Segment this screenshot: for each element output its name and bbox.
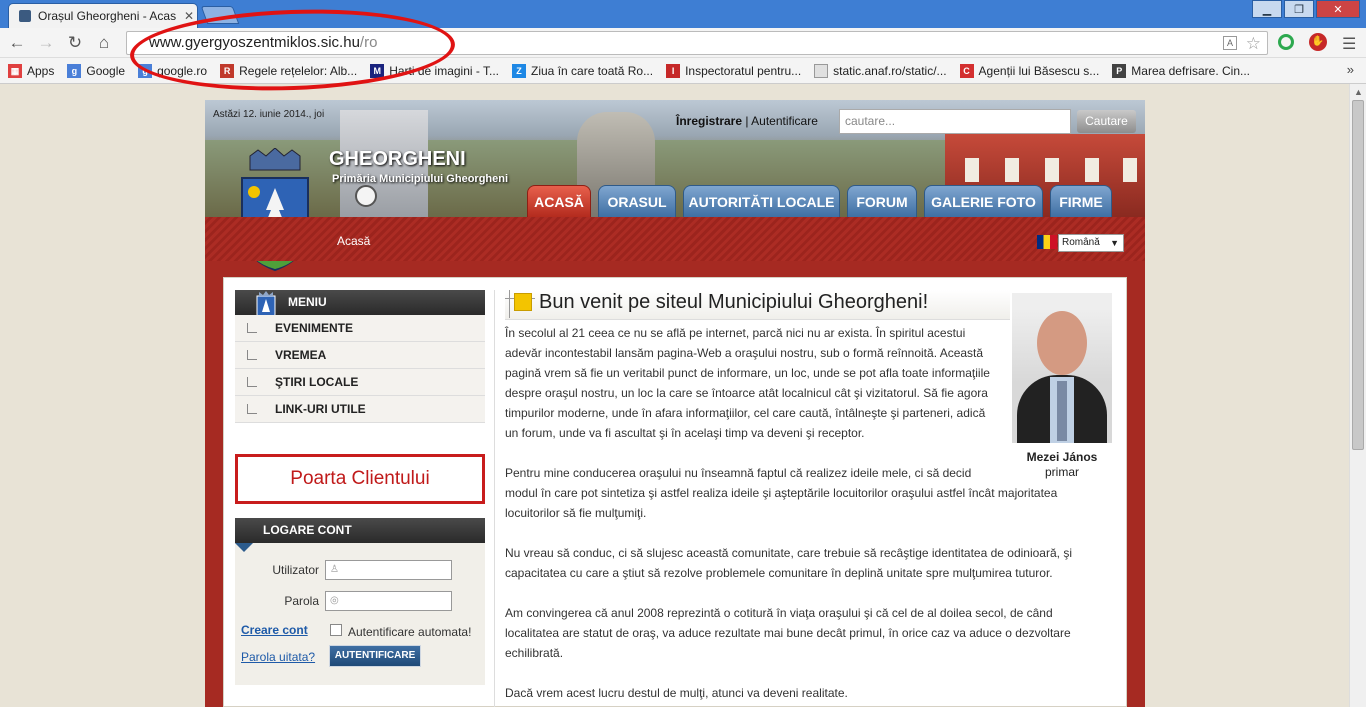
poarta-clientului-button[interactable]: Poarta Clientului [235, 454, 485, 504]
home-icon[interactable]: ⌂ [93, 33, 115, 53]
breadcrumb[interactable]: Acasă [337, 234, 370, 248]
auto-login-checkbox[interactable] [330, 624, 342, 636]
site-title[interactable]: GHEORGHENI [329, 148, 466, 171]
mayor-name: Mezei János [1026, 450, 1098, 464]
password-label: Parola [284, 594, 319, 608]
mayor-portrait [1012, 293, 1112, 443]
nav-tab-firme[interactable]: FIRME [1050, 185, 1112, 217]
browser-tab[interactable]: Orașul Gheorgheni - Acas ✕ [8, 3, 198, 28]
reload-icon[interactable]: ↻ [64, 33, 86, 53]
triangle-icon [235, 543, 253, 552]
bookmark-anaf[interactable]: static.anaf.ro/static/... [814, 63, 947, 78]
tab-title: Orașul Gheorgheni - Acas [38, 9, 177, 23]
bookmark-favicon-icon: P [1112, 63, 1127, 78]
bookmark-marea[interactable]: P Marea defrisare. Cin... [1112, 63, 1250, 78]
bookmark-favicon-icon: I [666, 63, 681, 78]
extension-green-icon[interactable] [1278, 34, 1294, 50]
minimize-icon[interactable]: ▁ [1252, 0, 1282, 18]
bookmark-apps[interactable]: ▦ Apps [8, 63, 54, 78]
main-nav: ACASĂ ORASUL AUTORITĂTI LOCALE FORUM GAL… [527, 185, 1119, 217]
scroll-up-icon[interactable]: ▲ [1350, 84, 1366, 100]
password-input[interactable]: ◎ [325, 591, 452, 611]
username-label: Utilizator [272, 563, 319, 577]
nav-tab-autoritati[interactable]: AUTORITĂTI LOCALE [683, 185, 840, 217]
forgot-password-link[interactable]: Parola uitata? [241, 650, 315, 664]
login-box: LOGARE CONT Utilizator ♙ Parola ◎ Creare… [235, 518, 485, 685]
nav-tab-galerie[interactable]: GALERIE FOTO [924, 185, 1043, 217]
bookmark-agentii[interactable]: C Agenții lui Băsescu s... [959, 63, 1099, 78]
site-subtitle: Primăria Municipiului Gheorgheni [332, 173, 509, 185]
arrow-icon [247, 377, 257, 387]
page-title: Bun venit pe siteul Municipiului Gheorgh… [539, 291, 929, 313]
welcome-header: Bun venit pe siteul Municipiului Gheorgh… [505, 290, 1010, 320]
arrow-icon [247, 404, 257, 414]
page-icon [814, 63, 829, 78]
paragraph-2: Pentru mine conducerea oraşului nu însea… [505, 466, 1058, 520]
paragraph-4: Am convingerea că anul 2008 reprezintă o… [505, 606, 1071, 660]
nav-tab-orasul[interactable]: ORASUL [598, 185, 676, 217]
sidebar-item-stiri[interactable]: ŞTIRI LOCALE [235, 369, 485, 396]
username-input[interactable]: ♙ [325, 560, 452, 580]
content-area: MENIU EVENIMENTE VREMEA ŞTIRI LOCALE LIN… [223, 277, 1127, 707]
paragraph-1: În secolul al 21 ceea ce nu se află pe i… [505, 326, 990, 440]
sidebar-menu: MENIU EVENIMENTE VREMEA ŞTIRI LOCALE LIN… [235, 290, 485, 423]
arrow-icon [247, 350, 257, 360]
site-page: Astăzi 12. iunie 2014., joi GHEORGHENI P… [205, 100, 1145, 707]
site-header: Astăzi 12. iunie 2014., joi GHEORGHENI P… [205, 100, 1145, 217]
nav-tab-forum[interactable]: FORUM [847, 185, 917, 217]
language-select[interactable]: Română ▼ [1058, 234, 1124, 252]
bookmark-favicon-icon: C [959, 63, 974, 78]
breadcrumb-bar: Acasă Română ▼ [205, 217, 1145, 261]
paragraph-5: Dacă vrem acest lucru destul de mulţi, a… [505, 686, 848, 700]
more-bookmarks-icon[interactable]: » [1347, 62, 1354, 77]
sidebar-item-linkuri[interactable]: LINK-URI UTILE [235, 396, 485, 423]
login-header: LOGARE CONT [235, 518, 485, 552]
close-window-icon[interactable]: ✕ [1316, 0, 1360, 18]
adblock-icon[interactable]: ✋ [1309, 33, 1327, 51]
back-arrow-icon[interactable]: ← [6, 33, 28, 53]
page-scrollbar[interactable]: ▲ [1349, 84, 1366, 707]
site-favicon-icon [19, 10, 31, 22]
login-link[interactable]: Autentificare [751, 114, 818, 128]
arrow-icon [247, 323, 257, 333]
google-icon: g [67, 63, 82, 78]
auth-links: Înregistrare | Autentificare [676, 114, 818, 128]
bookmark-inspectoratul[interactable]: I Inspectoratul pentru... [666, 63, 801, 78]
clock-icon [355, 185, 377, 207]
window-controls: ▁ ❐ ✕ [1250, 0, 1360, 18]
authenticate-button[interactable]: AUTENTIFICARE [329, 645, 421, 667]
bookmark-ziua[interactable]: Z Ziua în care toată Ro... [512, 63, 653, 78]
yellow-square-icon [514, 293, 532, 311]
search-button[interactable]: Cautare [1077, 110, 1136, 133]
nav-tab-acasa[interactable]: ACASĂ [527, 185, 591, 217]
bookmark-favicon-icon: Z [512, 63, 527, 78]
column-divider [494, 290, 495, 707]
search-input[interactable]: cautare... [839, 109, 1071, 134]
register-link[interactable]: Înregistrare [676, 114, 742, 128]
menu-header: MENIU [235, 290, 485, 326]
sidebar-item-evenimente[interactable]: EVENIMENTE [235, 315, 485, 342]
sidebar-item-vremea[interactable]: VREMEA [235, 342, 485, 369]
forward-arrow-icon[interactable]: → [35, 33, 57, 53]
current-date: Astăzi 12. iunie 2014., joi [213, 109, 325, 120]
restore-icon[interactable]: ❐ [1284, 0, 1314, 18]
menu-title: MENIU [288, 295, 327, 309]
apps-grid-icon: ▦ [8, 63, 22, 78]
scrollbar-thumb[interactable] [1352, 100, 1364, 450]
chevron-down-icon: ▼ [1110, 238, 1119, 248]
bookmark-google[interactable]: g Google [67, 63, 125, 78]
romania-flag-icon [1037, 235, 1057, 249]
translate-icon[interactable]: A [1223, 36, 1237, 50]
paragraph-3: Nu vreau să conduc, ci să slujesc aceast… [505, 546, 1072, 580]
create-account-link[interactable]: Creare cont [241, 623, 308, 637]
chrome-menu-icon[interactable]: ☰ [1342, 34, 1356, 54]
auto-login-label: Autentificare automata! [348, 625, 472, 639]
bookmark-star-icon[interactable]: ☆ [1246, 33, 1261, 55]
